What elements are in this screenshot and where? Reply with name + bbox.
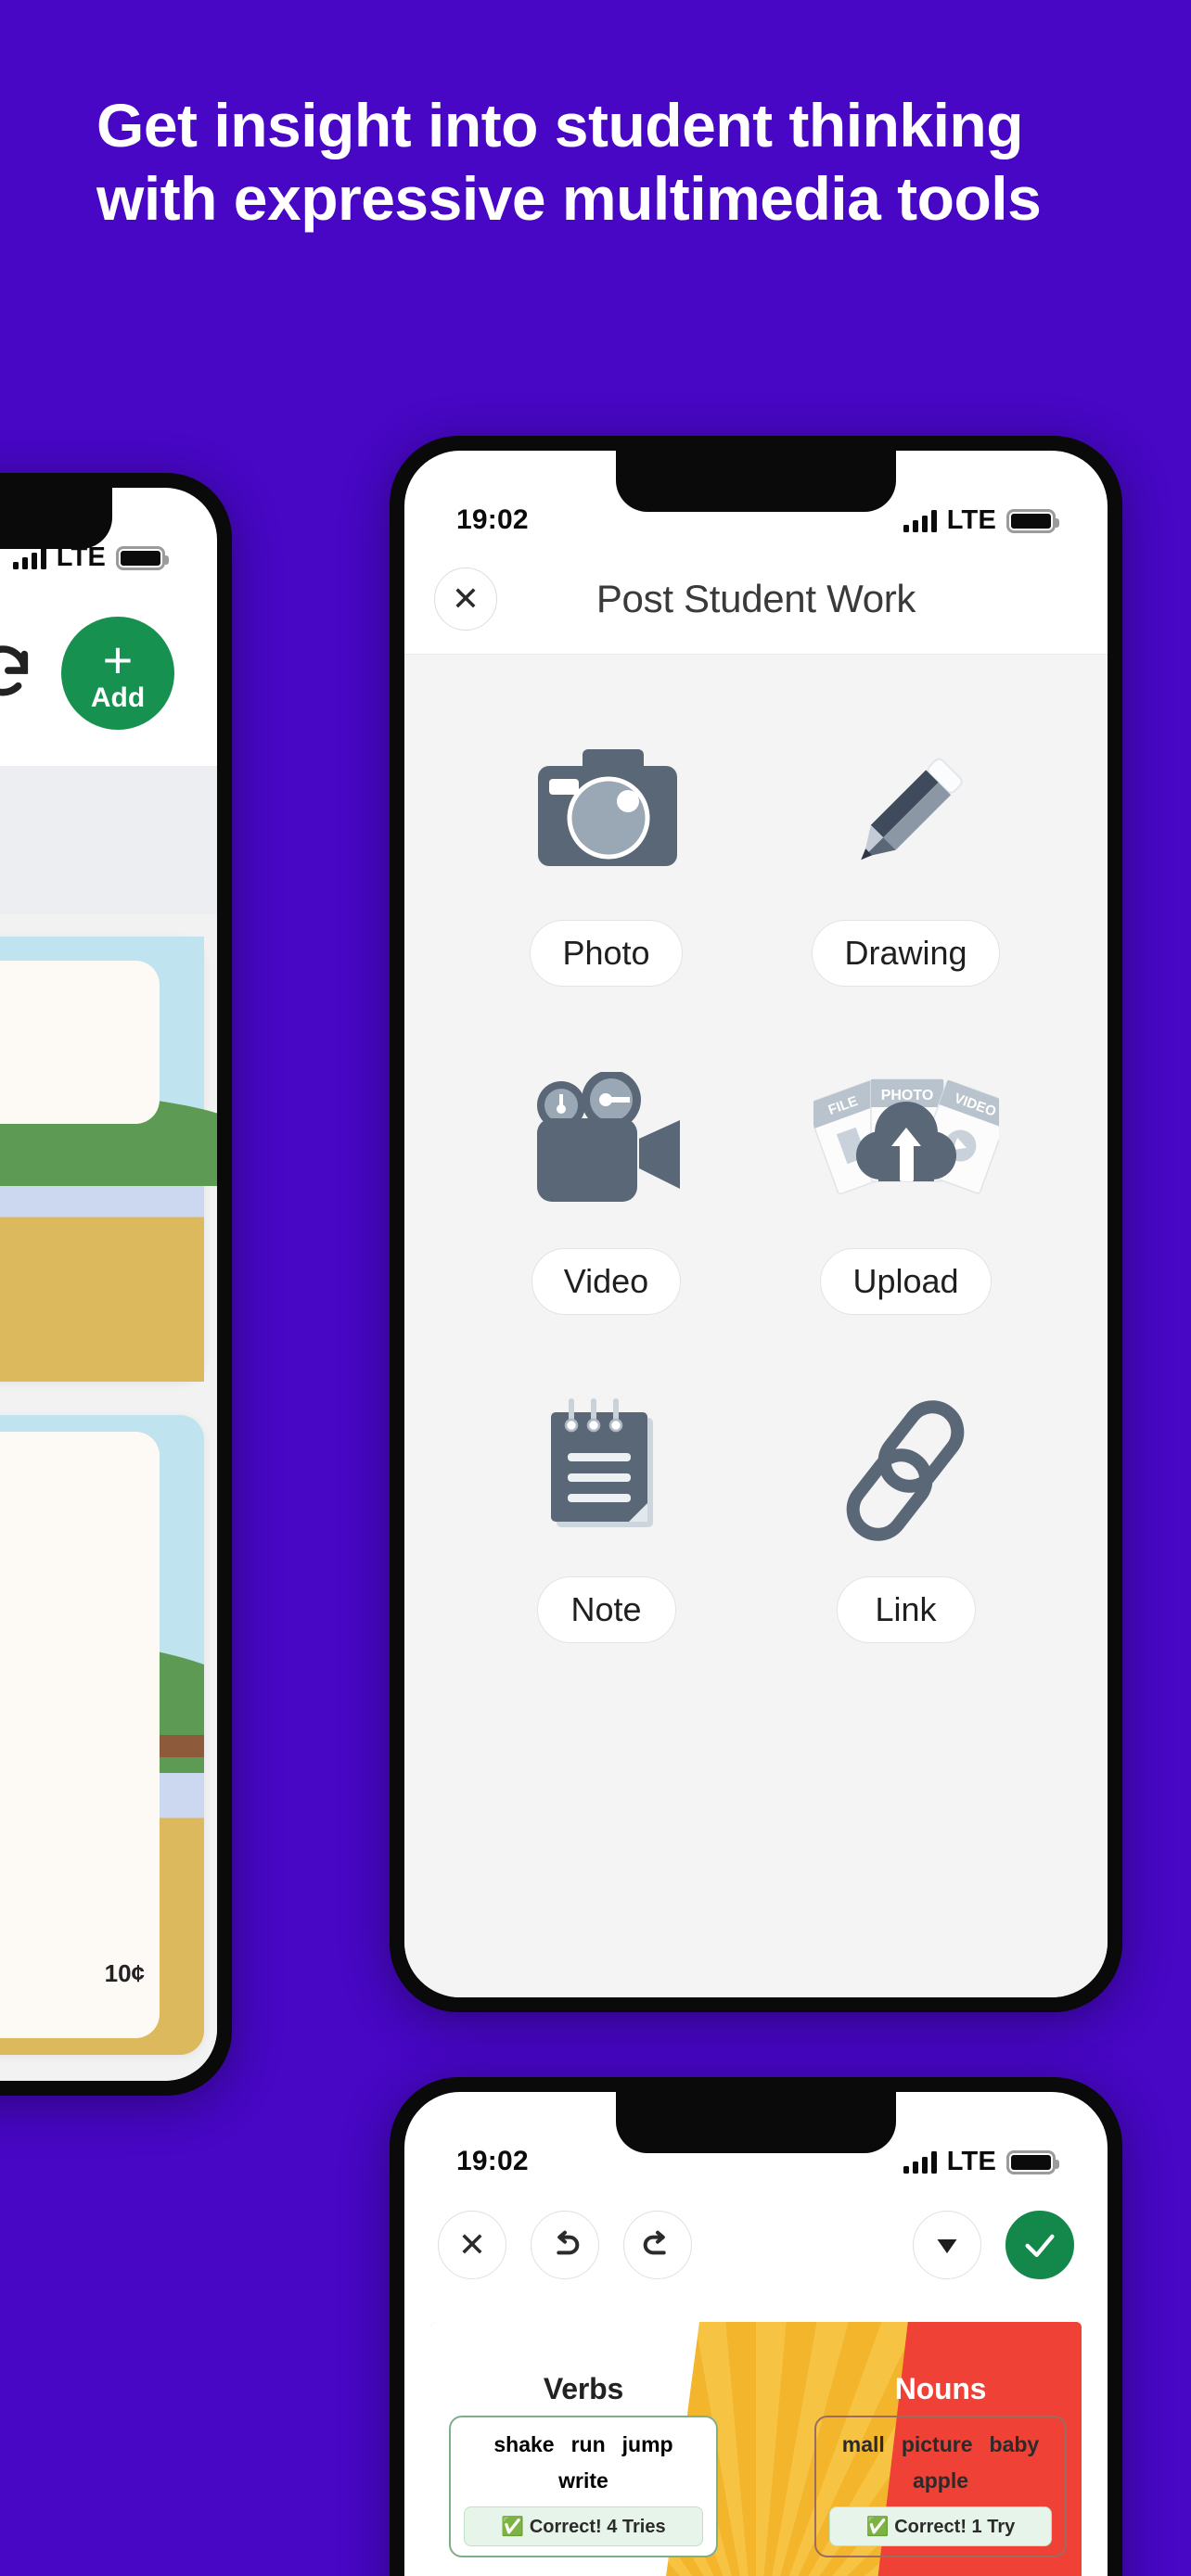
media-option-upload[interactable]: FILE PHOTO VIDEO Upload [756,1035,1056,1315]
word-chip[interactable]: picture [902,2432,973,2457]
phone-bottom-screen: 19:02 LTE ✕ Verbs shake run jump write ✅… [404,2092,1108,2576]
cloud-upload-icon: FILE PHOTO VIDEO [813,1035,999,1248]
media-option-label: Note [536,1576,676,1643]
word-chip[interactable]: write [558,2468,608,2493]
status-bar-main: 19:02 LTE [404,451,1108,543]
pencil-icon [832,707,980,920]
word-list: mall picture baby apple [829,2432,1052,2493]
network-label: LTE [946,2147,996,2176]
battery-full-icon [1006,508,1059,533]
sort-column-well[interactable]: shake run jump write ✅ Correct! 4 Tries [449,2416,718,2557]
word-chip[interactable]: apple [913,2468,968,2493]
add-button-label: Add [90,682,146,713]
media-option-link[interactable]: Link [756,1363,1056,1643]
status-bar-left: LTE [0,488,217,580]
notepad-icon [532,1363,681,1576]
word-chip[interactable]: jump [622,2432,673,2457]
app-header: ✕ Post Student Work [404,543,1108,655]
word-chip[interactable]: mall [842,2432,885,2457]
media-options-grid: Photo Drawing Video FILE PHOTO VIDEO Upl… [404,707,1108,1643]
signal-bars-icon [903,509,937,532]
list-item[interactable]: 10¢ [0,1415,204,2055]
redo-arrow-icon[interactable] [623,2211,692,2279]
word-chip[interactable]: shake [493,2432,554,2457]
signal-bars-icon [903,2150,937,2174]
close-icon[interactable]: ✕ [438,2211,506,2279]
media-option-video[interactable]: Video [456,1035,756,1315]
media-option-label: Photo [530,920,683,987]
refresh-icon[interactable] [0,641,35,706]
sort-column-well[interactable]: mall picture baby apple ✅ Correct! 1 Try [814,2416,1067,2557]
add-button[interactable]: + Add [61,617,174,730]
phone-main-screen: 19:02 LTE ✕ Post Student Work Photo Draw… [404,451,1108,1997]
plus-icon: + [102,631,134,689]
status-time: 19:02 [456,504,529,535]
check-icon[interactable] [1005,2211,1074,2279]
battery-full-icon [116,545,169,570]
phone-left-partial: LTE + Add 10¢ [0,473,232,2096]
media-option-drawing[interactable]: Drawing [756,707,1056,987]
status-badge: ✅ Correct! 4 Tries [464,2506,703,2546]
media-option-label: Drawing [812,920,1000,987]
list-item[interactable] [0,937,217,1382]
undo-arrow-icon[interactable] [531,2211,599,2279]
word-chip[interactable]: baby [990,2432,1040,2457]
status-time: 19:02 [456,2146,529,2176]
card-price: 10¢ [104,1959,145,1987]
sort-column-title: Verbs [543,2372,624,2405]
page-title: Post Student Work [596,576,916,620]
close-icon[interactable]: ✕ [434,567,497,631]
sort-column-nouns[interactable]: Nouns mall picture baby apple ✅ Correct!… [814,2372,1067,2557]
upload-card-label-photo: PHOTO [880,1088,933,1103]
battery-full-icon [1006,2149,1059,2174]
media-options-body: Photo Drawing Video FILE PHOTO VIDEO Upl… [404,655,1108,1997]
page-title: Get insight into student thinking with e… [96,91,1042,233]
chain-link-icon [829,1363,982,1576]
sort-column-title: Nouns [894,2372,987,2405]
editor-toolbar: ✕ [404,2185,1108,2305]
phone-bottom: 19:02 LTE ✕ Verbs shake run jump write ✅… [390,2077,1122,2576]
word-chip[interactable]: run [571,2432,606,2457]
left-phone-view-toggle-row [0,766,217,914]
media-option-label: Upload [820,1248,992,1315]
left-phone-feed[interactable]: 10¢ [0,914,217,2081]
media-option-label: Video [531,1248,682,1315]
media-option-label: Link [836,1576,976,1643]
video-camera-icon [520,1035,692,1248]
signal-bars-icon [12,546,46,569]
media-option-photo[interactable]: Photo [456,707,756,987]
phone-left-screen: LTE + Add 10¢ [0,488,217,2081]
media-option-note[interactable]: Note [456,1363,756,1643]
sort-column-verbs[interactable]: Verbs shake run jump write ✅ Correct! 4 … [449,2372,718,2557]
phone-main: 19:02 LTE ✕ Post Student Work Photo Draw… [390,436,1122,2012]
card-body [0,961,160,1124]
left-phone-topbar: + Add [0,580,217,766]
word-list: shake run jump write [464,2432,703,2493]
comic-background: Verbs shake run jump write ✅ Correct! 4 … [430,2322,1082,2576]
status-badge: ✅ Correct! 1 Try [829,2506,1052,2546]
activity-canvas[interactable]: Verbs shake run jump write ✅ Correct! 4 … [404,2305,1108,2576]
camera-icon [523,707,690,920]
status-bar-bottom: 19:02 LTE [404,2092,1108,2185]
network-label-left: LTE [56,542,106,572]
card-body [0,1432,160,2038]
network-label: LTE [946,505,996,535]
chevron-down-filled-icon[interactable] [913,2211,981,2279]
